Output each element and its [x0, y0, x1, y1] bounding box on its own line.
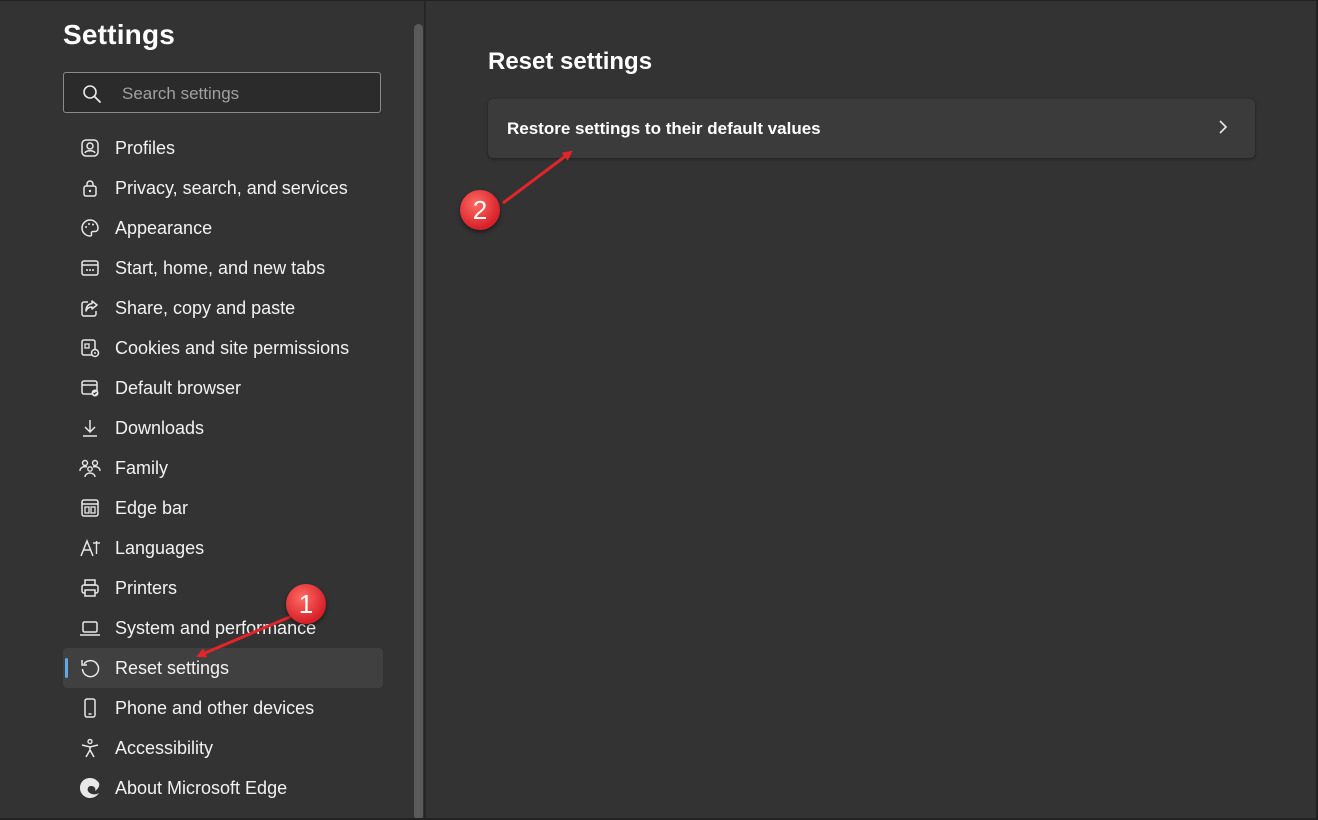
search-icon	[83, 85, 101, 103]
sidebar-item-share[interactable]: Share, copy and paste	[63, 288, 383, 328]
annotation-step-2-badge: 2	[460, 190, 500, 230]
palette-icon	[79, 217, 101, 239]
phone-icon	[79, 697, 101, 719]
sidebar-item-family[interactable]: Family	[63, 448, 383, 488]
sidebar-item-label: Default browser	[115, 378, 242, 398]
download-icon	[79, 417, 101, 439]
languages-icon	[79, 537, 101, 559]
sidebar: Settings Profiles Privacy, search, and s…	[0, 0, 424, 820]
share-icon	[79, 297, 101, 319]
search-box[interactable]	[63, 72, 381, 114]
sidebar-item-profiles[interactable]: Profiles	[63, 128, 383, 168]
sidebar-item-system[interactable]: System and performance	[63, 608, 383, 648]
chevron-right-icon	[1219, 120, 1228, 134]
home-tabs-icon	[79, 257, 101, 279]
sidebar-item-downloads[interactable]: Downloads	[63, 408, 383, 448]
browser-icon	[79, 377, 101, 399]
sidebar-item-label: Edge bar	[115, 498, 189, 518]
sidebar-item-about[interactable]: About Microsoft Edge	[63, 768, 383, 808]
page-title: Reset settings	[488, 48, 653, 75]
sidebar-scrollbar[interactable]	[414, 24, 423, 820]
edge-bar-icon	[79, 497, 101, 519]
sidebar-item-accessibility[interactable]: Accessibility	[63, 728, 383, 768]
restore-defaults-button[interactable]: Restore settings to their default values	[488, 99, 1255, 158]
sidebar-item-label: Cookies and site permissions	[115, 338, 350, 358]
sidebar-item-default-browser[interactable]: Default browser	[63, 368, 383, 408]
sidebar-item-appearance[interactable]: Appearance	[63, 208, 383, 248]
cookies-icon	[79, 337, 101, 359]
annotation-arrow-2	[502, 150, 573, 205]
profile-icon	[79, 137, 101, 159]
printer-icon	[79, 577, 101, 599]
window-edge-top	[0, 0, 1318, 1]
sidebar-item-label: Languages	[115, 538, 205, 558]
sidebar-item-phone[interactable]: Phone and other devices	[63, 688, 383, 728]
family-icon	[79, 457, 101, 479]
sidebar-item-start-home[interactable]: Start, home, and new tabs	[63, 248, 383, 288]
lock-icon	[79, 177, 101, 199]
restore-defaults-label: Restore settings to their default values	[507, 119, 821, 138]
laptop-icon	[79, 617, 101, 639]
reset-icon	[79, 657, 101, 679]
sidebar-item-label: Family	[115, 458, 168, 478]
pane-divider	[424, 0, 426, 820]
sidebar-item-label: Profiles	[115, 138, 176, 158]
sidebar-item-label: Share, copy and paste	[115, 298, 296, 318]
sidebar-item-label: Phone and other devices	[115, 698, 315, 718]
sidebar-item-label: Start, home, and new tabs	[115, 258, 326, 278]
settings-nav: Profiles Privacy, search, and services A…	[63, 128, 383, 808]
sidebar-item-label: Reset settings	[115, 658, 230, 678]
sidebar-item-label: Privacy, search, and services	[115, 178, 348, 198]
sidebar-item-edge-bar[interactable]: Edge bar	[63, 488, 383, 528]
sidebar-item-languages[interactable]: Languages	[63, 528, 383, 568]
sidebar-item-label: Downloads	[115, 418, 205, 438]
edge-logo-icon	[79, 777, 101, 799]
sidebar-item-label: About Microsoft Edge	[115, 778, 288, 798]
sidebar-item-label: System and performance	[115, 618, 317, 638]
settings-title: Settings	[63, 19, 176, 50]
sidebar-item-printers[interactable]: Printers	[63, 568, 383, 608]
sidebar-item-reset-settings[interactable]: Reset settings	[63, 648, 383, 688]
search-input[interactable]	[120, 73, 374, 114]
sidebar-item-label: Printers	[115, 578, 178, 598]
sidebar-item-cookies[interactable]: Cookies and site permissions	[63, 328, 383, 368]
annotation-step-1-badge: 1	[286, 584, 326, 624]
sidebar-item-privacy[interactable]: Privacy, search, and services	[63, 168, 383, 208]
sidebar-item-label: Appearance	[115, 218, 213, 238]
sidebar-item-label: Accessibility	[115, 738, 214, 758]
accessibility-icon	[79, 737, 101, 759]
